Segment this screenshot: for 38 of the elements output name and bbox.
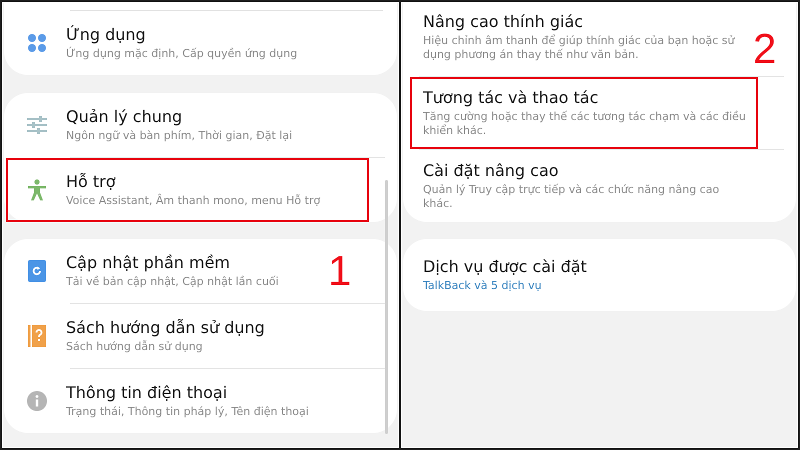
item-subtitle: TalkBack và 5 dịch vụ bbox=[423, 279, 543, 293]
item-subtitle: Tải về bản cập nhật, Cập nhật lần cuối bbox=[66, 275, 279, 289]
item-title: Hỗ trợ bbox=[66, 172, 117, 191]
settings-item[interactable]: Thông tin điện thoại Trạng thái, Thông tin pháp lý, Tên điện thoại bbox=[6, 369, 311, 433]
item-subtitle: Sách hướng dẫn sử dụng bbox=[66, 340, 204, 354]
item-title: Quản lý chung bbox=[66, 107, 184, 126]
settings-item[interactable]: Sách hướng dẫn sử dụng Sách hướng dẫn sử dụng bbox=[6, 304, 267, 368]
accessibility-icon bbox=[27, 179, 47, 201]
apps-icon bbox=[27, 33, 47, 53]
settings-item[interactable]: Hỗ trợ Voice Assistant, Âm thanh mono, menu Hỗ trợ bbox=[6, 158, 369, 222]
item-title: Cài đặt nâng cao bbox=[423, 161, 560, 180]
item-subtitle: Hiệu chỉnh âm thanh để giúp thính giác của bạn hoặc sử dụng phương án thay thế như văn bản. bbox=[423, 34, 736, 62]
update-icon bbox=[28, 260, 46, 282]
item-subtitle: Ứng dụng mặc định, Cấp quyền ứng dụng bbox=[66, 47, 298, 61]
settings-item[interactable]: Cài đặt nâng cao Quản lý Truy cập trực tiếp và các chức năng nâng cao khác. bbox=[410, 150, 750, 222]
item-title: Ứng dụng bbox=[66, 25, 147, 44]
item-title: Cập nhật phần mềm bbox=[66, 253, 232, 272]
item-title: Dịch vụ được cài đặt bbox=[423, 257, 587, 276]
settings-item[interactable]: Tương tác và thao tác Tăng cường hoặc thay thế các tương tác chạm và các điều khiển khác. bbox=[410, 77, 758, 149]
settings-item[interactable]: Nâng cao thính giác Hiệu chỉnh âm thanh để giúp thính giác của bạn hoặc sử dụng phương án thay thế như văn bản. bbox=[410, 2, 750, 76]
item-subtitle: Voice Assistant, Âm thanh mono, menu Hỗ trợ bbox=[66, 194, 320, 208]
settings-item[interactable]: Cập nhật phần mềm Tải về bản cập nhật, Cập nhật lần cuối bbox=[6, 239, 281, 303]
item-title: Nâng cao thính giác bbox=[423, 12, 584, 31]
item-subtitle: Quản lý Truy cập trực tiếp và các chức năng nâng cao khác. bbox=[423, 183, 720, 211]
settings-item[interactable]: Ứng dụng Ứng dụng mặc định, Cấp quyền ứng dụng bbox=[6, 11, 300, 75]
item-subtitle: Ngôn ngữ và bàn phím, Thời gian, Đặt lại bbox=[66, 129, 292, 143]
item-subtitle: Trạng thái, Thông tin pháp lý, Tên điện thoại bbox=[66, 405, 309, 419]
item-title: Sách hướng dẫn sử dụng bbox=[66, 318, 265, 337]
info-icon bbox=[27, 391, 47, 411]
help-book-icon bbox=[28, 325, 46, 347]
item-title: Tương tác và thao tác bbox=[423, 88, 600, 107]
step-number: 1 bbox=[328, 250, 352, 292]
settings-item[interactable]: Dịch vụ được cài đặt TalkBack và 5 dịch vụ bbox=[410, 239, 589, 311]
item-subtitle: Tăng cường hoặc thay thế các tương tác chạm và các điều khiển khác. bbox=[423, 110, 747, 138]
sliders-icon bbox=[27, 116, 47, 134]
step-number: 2 bbox=[753, 28, 776, 70]
item-title: Thông tin điện thoại bbox=[66, 383, 228, 402]
settings-item[interactable]: Quản lý chung Ngôn ngữ và bàn phím, Thời gian, Đặt lại bbox=[6, 93, 294, 157]
